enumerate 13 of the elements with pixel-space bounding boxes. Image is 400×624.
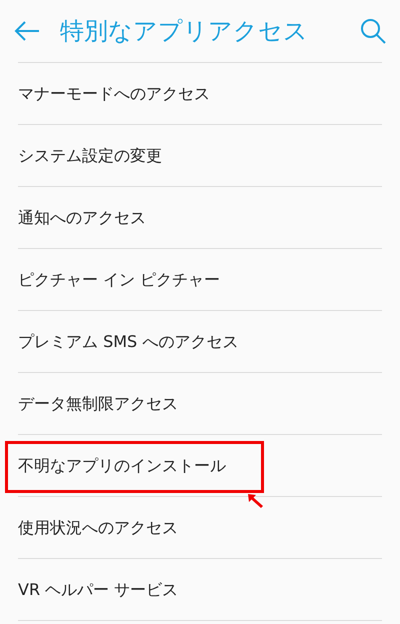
settings-item[interactable]: 通知へのアクセス: [18, 206, 146, 230]
screen-title: 特別なアプリアクセス: [60, 16, 308, 47]
pointer-arrow-icon: [247, 493, 265, 509]
settings-item[interactable]: VR ヘルパー サービス: [18, 578, 178, 602]
settings-item[interactable]: プレミアム SMS へのアクセス: [18, 330, 238, 354]
settings-item[interactable]: 使用状況へのアクセス: [18, 516, 178, 540]
search-icon[interactable]: [360, 18, 386, 44]
settings-item[interactable]: ピクチャー イン ピクチャー: [18, 268, 220, 292]
back-icon[interactable]: [14, 20, 40, 42]
settings-item[interactable]: データ無制限アクセス: [18, 392, 178, 416]
settings-item[interactable]: 不明なアプリのインストール: [18, 454, 226, 478]
settings-item[interactable]: システム設定の変更: [18, 144, 162, 168]
settings-item[interactable]: マナーモードへのアクセス: [18, 82, 210, 106]
